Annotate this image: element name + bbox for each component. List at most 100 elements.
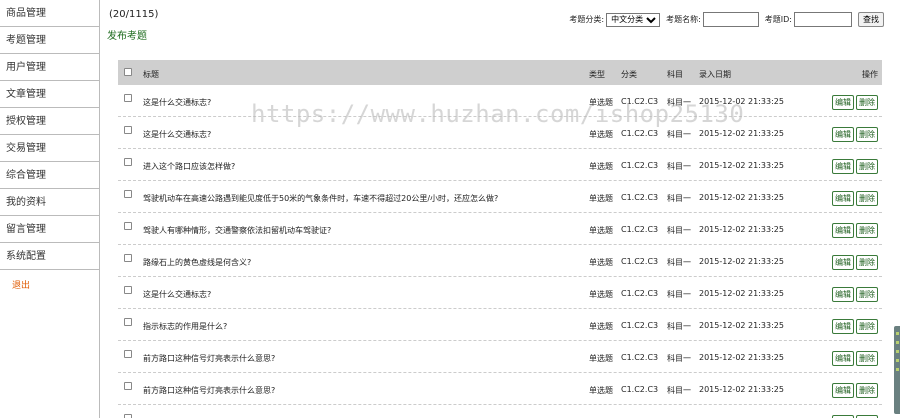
entry-date: 2015-12-02 21:33:25 xyxy=(699,289,784,298)
delete-button[interactable]: 删除 xyxy=(856,159,878,174)
question-title[interactable]: 这是什么交通标志? xyxy=(143,97,211,108)
edit-button[interactable]: 编辑 xyxy=(832,351,854,366)
question-title[interactable]: 进入这个路口应该怎样做? xyxy=(143,161,235,172)
entry-date: 2015-12-02 21:33:25 xyxy=(699,257,784,266)
question-title[interactable]: 前方路口这种信号灯亮表示什么意思? xyxy=(143,353,275,364)
question-subject: 科目一 xyxy=(667,354,691,363)
table-body: 这是什么交通标志? 单选题 C1.C2.C3 科目一 2015-12-02 21:33:… xyxy=(118,85,882,418)
sidebar-item[interactable]: 用户管理 xyxy=(0,54,99,81)
entry-date: 2015-12-02 21:33:25 xyxy=(699,385,784,394)
row-checkbox[interactable] xyxy=(124,382,132,390)
edit-button[interactable]: 编辑 xyxy=(832,383,854,398)
edit-button[interactable]: 编辑 xyxy=(832,287,854,302)
delete-button[interactable]: 删除 xyxy=(856,223,878,238)
question-title[interactable]: 这是什么交通标志? xyxy=(143,129,211,140)
delete-button[interactable]: 删除 xyxy=(856,383,878,398)
publish-question-link[interactable]: 发布考题 xyxy=(107,27,147,42)
handle-dot xyxy=(895,350,899,353)
question-title[interactable]: 驾驶机动车在高速公路遇到能见度低于50米的气象条件时，车速不得超过20公里/小时… xyxy=(143,193,498,204)
table-row: 这是什么交通标志? 单选题 C1.C2.C3 科目一 2015-12-02 21:33:… xyxy=(118,117,882,149)
edit-button[interactable]: 编辑 xyxy=(832,223,854,238)
entry-date: 2015-12-02 21:33:25 xyxy=(699,129,784,138)
row-checkbox[interactable] xyxy=(124,126,132,134)
table-row: 前方路口这种信号灯亮表示什么意思? 单选题 C1.C2.C3 科目一 2015-12-0… xyxy=(118,373,882,405)
edit-button[interactable]: 编辑 xyxy=(832,127,854,142)
sidebar-item[interactable]: 考题管理 xyxy=(0,27,99,54)
entry-date: 2015-12-02 21:33:25 xyxy=(699,225,784,234)
name-filter-label: 考题名称: xyxy=(666,15,701,24)
row-checkbox[interactable] xyxy=(124,190,132,198)
row-checkbox[interactable] xyxy=(124,318,132,326)
handle-dot xyxy=(895,359,899,362)
question-category: C1.C2.C3 xyxy=(621,161,659,170)
name-input[interactable] xyxy=(702,12,759,27)
question-category: C1.C2.C3 xyxy=(621,353,659,362)
table-row: 这是什么交通标志? 单选题 C1.C2.C3 科目一 2015-12-02 21:33:… xyxy=(118,85,882,117)
edit-button[interactable]: 编辑 xyxy=(832,191,854,206)
question-title[interactable]: 这是什么交通标志? xyxy=(143,289,211,300)
row-checkbox[interactable] xyxy=(124,254,132,262)
question-category: C1.C2.C3 xyxy=(621,385,659,394)
delete-button[interactable]: 删除 xyxy=(856,95,878,110)
entry-date: 2015-12-02 21:33:25 xyxy=(699,193,784,202)
question-category: C1.C2.C3 xyxy=(621,129,659,138)
sidebar-item[interactable]: 综合管理 xyxy=(0,162,99,189)
row-checkbox[interactable] xyxy=(124,222,132,230)
question-subject: 科目一 xyxy=(667,322,691,331)
id-filter-label: 考题ID: xyxy=(764,15,792,24)
question-category: C1.C2.C3 xyxy=(621,257,659,266)
question-subject: 科目一 xyxy=(667,386,691,395)
sidebar-item[interactable]: 留言管理 xyxy=(0,216,99,243)
sidebar-item[interactable]: 系统配置 xyxy=(0,243,99,270)
sidebar-item[interactable]: 商品管理 xyxy=(0,0,99,27)
search-button[interactable]: 查找 xyxy=(858,12,884,27)
entry-date: 2015-12-02 21:33:25 xyxy=(699,353,784,362)
question-category: C1.C2.C3 xyxy=(621,289,659,298)
row-actions: 编辑删除 xyxy=(832,223,878,238)
row-actions: 编辑删除 xyxy=(832,127,878,142)
question-title[interactable]: 指示标志的作用是什么? xyxy=(143,321,227,332)
row-checkbox[interactable] xyxy=(124,350,132,358)
question-subject: 科目一 xyxy=(667,194,691,203)
question-title[interactable]: 前方路口这种信号灯亮表示什么意思? xyxy=(143,385,275,396)
delete-button[interactable]: 删除 xyxy=(856,255,878,270)
table-row: 这是什么交通标志? 单选题 C1.C2.C3 科目一 2015-12-02 21:33:… xyxy=(118,277,882,309)
question-subject: 科目一 xyxy=(667,162,691,171)
delete-button[interactable]: 删除 xyxy=(856,127,878,142)
sidebar-item[interactable]: 我的资料 xyxy=(0,189,99,216)
delete-button[interactable]: 删除 xyxy=(856,287,878,302)
question-type: 单选题 xyxy=(589,354,613,363)
entry-date: 2015-12-02 21:33:25 xyxy=(699,97,784,106)
header-date: 录入日期 xyxy=(699,70,731,79)
edit-button[interactable]: 编辑 xyxy=(832,319,854,334)
delete-button[interactable]: 删除 xyxy=(856,191,878,206)
question-title[interactable]: 路缘石上的黄色虚线是何含义? xyxy=(143,257,251,268)
question-title[interactable]: 驾驶人有哪种情形，交通警察依法扣留机动车驾驶证? xyxy=(143,225,331,236)
sidebar-item[interactable]: 文章管理 xyxy=(0,81,99,108)
entry-date: 2015-12-02 21:33:25 xyxy=(699,161,784,170)
question-subject: 科目一 xyxy=(667,258,691,267)
sidebar-item[interactable]: 授权管理 xyxy=(0,108,99,135)
delete-button[interactable]: 删除 xyxy=(856,351,878,366)
sidebar-item[interactable]: 交易管理 xyxy=(0,135,99,162)
table-row: 驾驶人有哪种情形，交通警察依法扣留机动车驾驶证? 单选题 C1.C2.C3 科目一 20… xyxy=(118,213,882,245)
row-checkbox[interactable] xyxy=(124,286,132,294)
edit-button[interactable]: 编辑 xyxy=(832,255,854,270)
row-checkbox[interactable] xyxy=(124,414,132,418)
logout-link[interactable]: 退出 xyxy=(0,278,99,291)
side-panel-handle[interactable] xyxy=(894,326,900,414)
row-checkbox[interactable] xyxy=(124,158,132,166)
row-checkbox[interactable] xyxy=(124,94,132,102)
edit-button[interactable]: 编辑 xyxy=(832,95,854,110)
table-row: 前方路口这种信号灯亮表示什么意思? 单选题 C1.C2.C3 科目一 2015-12-0… xyxy=(118,341,882,373)
header-ops: 操作 xyxy=(862,70,878,79)
question-type: 单选题 xyxy=(589,130,613,139)
edit-button[interactable]: 编辑 xyxy=(832,159,854,174)
select-all-checkbox[interactable] xyxy=(124,68,132,76)
delete-button[interactable]: 删除 xyxy=(856,319,878,334)
row-actions: 编辑删除 xyxy=(832,351,878,366)
question-type: 单选题 xyxy=(589,194,613,203)
id-input[interactable] xyxy=(794,12,852,27)
question-subject: 科目一 xyxy=(667,290,691,299)
category-select[interactable]: 中文分类 xyxy=(606,12,661,27)
